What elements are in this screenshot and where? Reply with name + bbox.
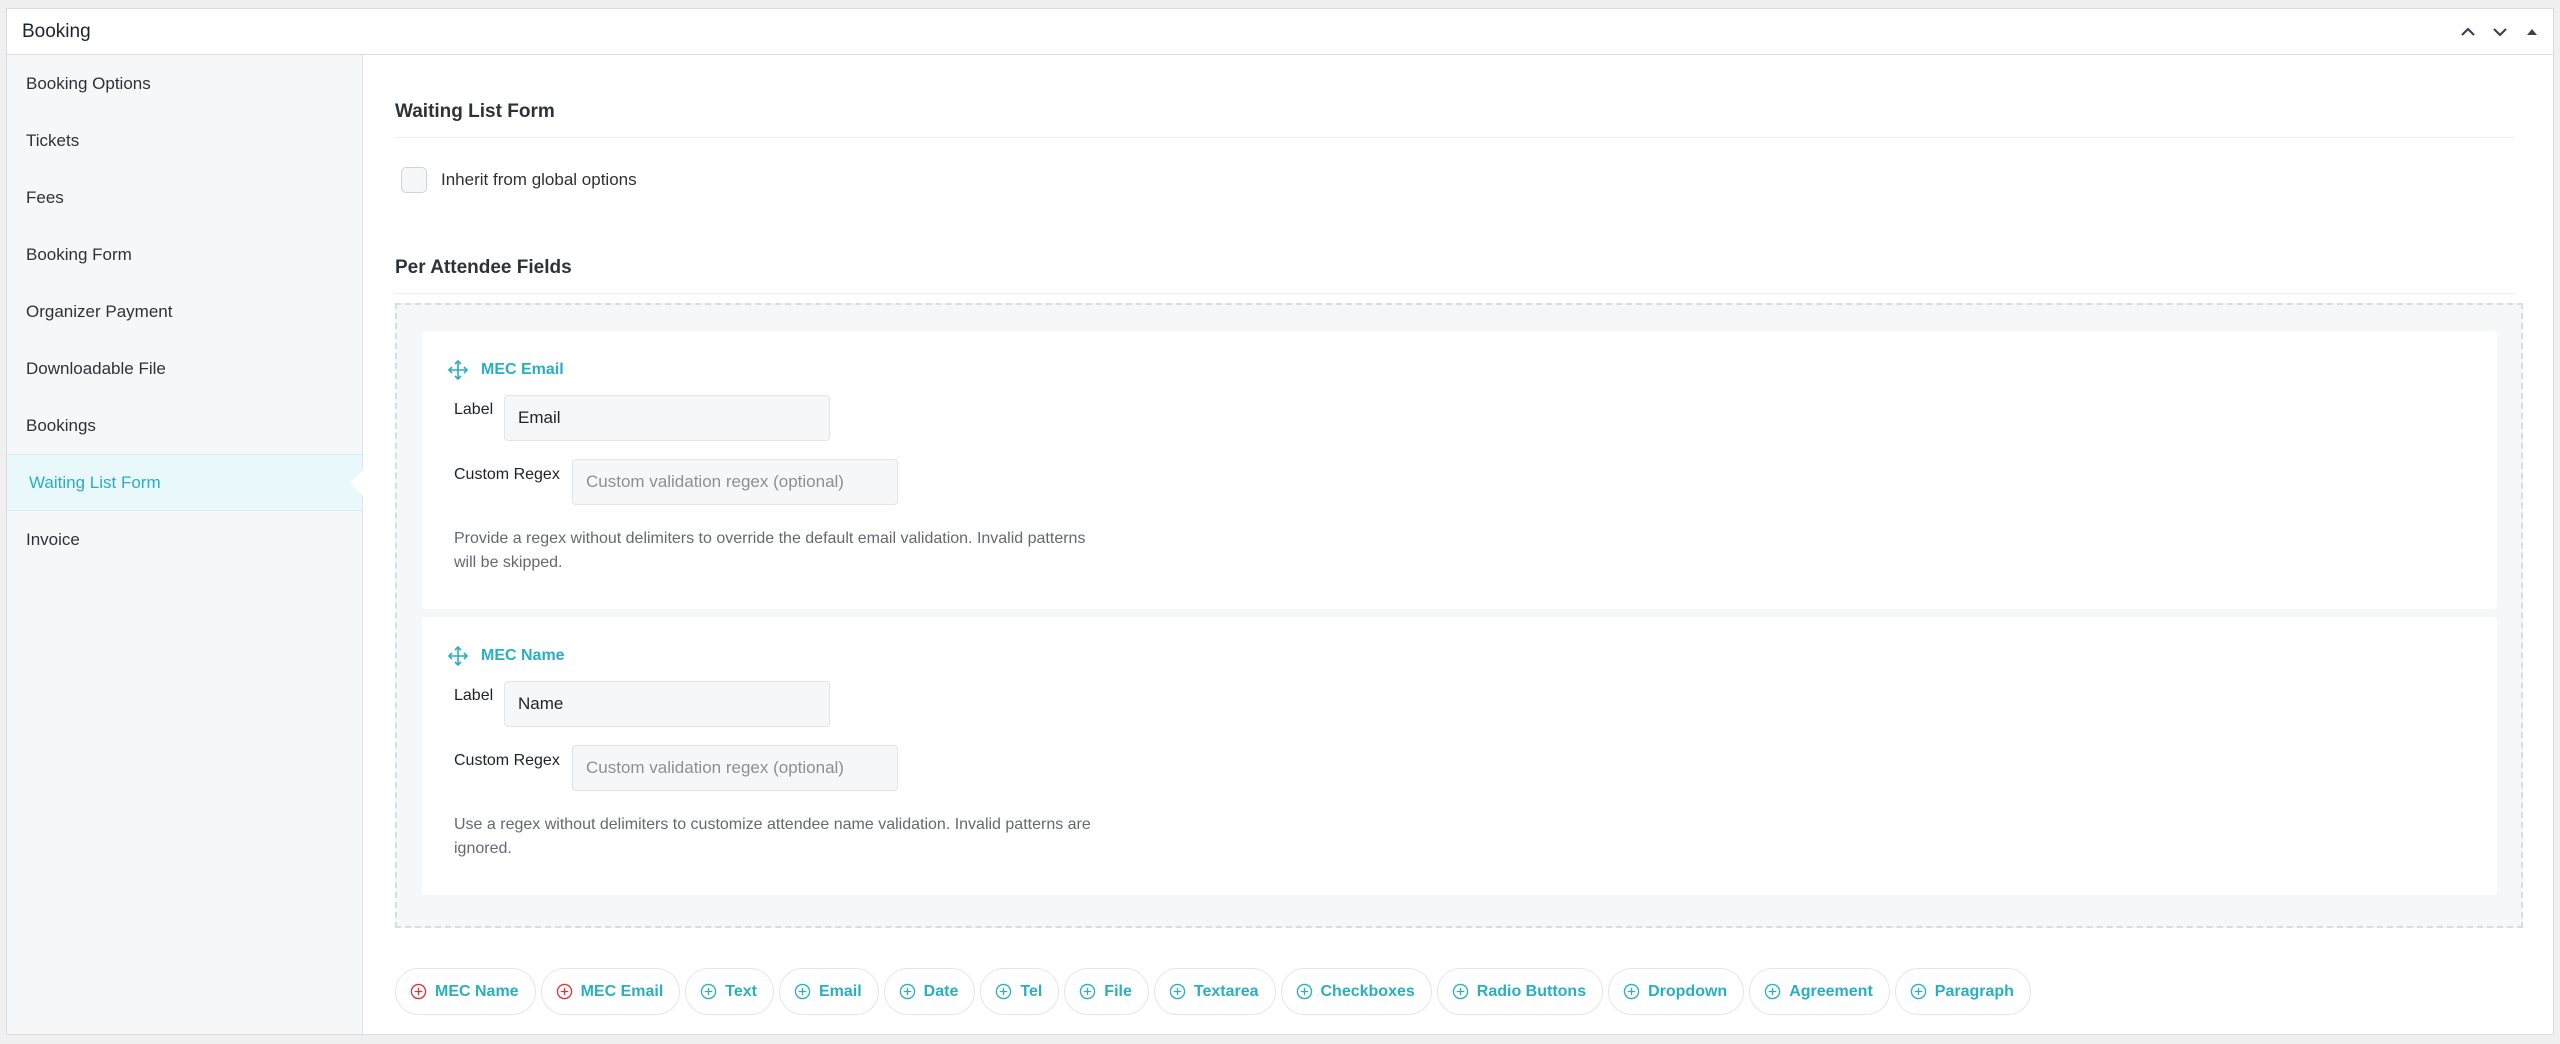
add-text-button[interactable]: Text <box>685 968 774 1015</box>
toggle-panel-button[interactable] <box>2521 21 2543 43</box>
main-content: Waiting List Form Inherit from global op… <box>395 55 2537 1034</box>
add-mec-email-button[interactable]: MEC Email <box>540 968 681 1015</box>
sidebar-item-label: Invoice <box>26 529 80 549</box>
label-input[interactable] <box>504 681 830 727</box>
add-circle-icon <box>701 983 717 1000</box>
chip-label: MEC Email <box>580 982 664 1000</box>
sidebar-item-organizer-payment[interactable]: Organizer Payment <box>7 283 362 340</box>
field-description: Provide a regex without delimiters to ov… <box>454 530 1086 571</box>
panel-controls <box>2457 21 2543 43</box>
chip-label: Paragraph <box>1934 982 2014 1000</box>
field-card-header: MEC Email <box>447 359 564 381</box>
chip-label: Email <box>818 982 862 1000</box>
panel-header: Booking <box>7 9 2553 55</box>
label-caption: Label <box>454 401 494 418</box>
field-card-mec-email: MEC Email Label Custom Regex Provide a r… <box>422 331 2497 609</box>
sidebar-item-tickets[interactable]: Tickets <box>7 112 362 169</box>
chip-label: Textarea <box>1193 982 1259 1000</box>
add-radio-buttons-button[interactable]: Radio Buttons <box>1436 968 1604 1015</box>
add-circle-icon <box>1452 983 1469 1000</box>
chip-label: Agreement <box>1789 982 1873 1000</box>
sidebar-item-label: Fees <box>26 187 64 207</box>
fields-section-title: Per Attendee Fields <box>395 257 2515 294</box>
regex-input[interactable] <box>572 745 898 791</box>
chip-label: Tel <box>1020 982 1043 1000</box>
add-dropdown-button[interactable]: Dropdown <box>1608 968 1745 1015</box>
sidebar-item-fees[interactable]: Fees <box>7 169 362 226</box>
sidebar-item-booking-options[interactable]: Booking Options <box>7 55 362 112</box>
inherit-option: Inherit from global options <box>401 167 637 193</box>
inherit-checkbox[interactable] <box>401 167 427 193</box>
field-card-mec-name: MEC Name Label Custom Regex Use a regex … <box>422 617 2497 895</box>
sidebar-item-label: Booking Options <box>26 73 151 93</box>
panel-title: Booking <box>22 20 91 42</box>
chevron-up-icon <box>2461 26 2475 36</box>
field-card-header: MEC Name <box>447 645 565 667</box>
sidebar-item-label: Booking Form <box>26 244 132 264</box>
add-circle-icon <box>1296 983 1312 1000</box>
remove-circle-icon <box>556 983 572 1000</box>
add-email-button[interactable]: Email <box>778 968 879 1015</box>
add-agreement-button[interactable]: Agreement <box>1749 968 1890 1015</box>
sidebar-item-booking-form[interactable]: Booking Form <box>7 226 362 283</box>
inherit-label[interactable]: Inherit from global options <box>441 170 637 190</box>
add-circle-icon <box>1910 983 1927 1000</box>
field-card-title: MEC Email <box>481 361 564 378</box>
add-file-button[interactable]: File <box>1064 968 1149 1015</box>
chip-label: Date <box>923 982 959 1000</box>
fields-dropzone: MEC Email Label Custom Regex Provide a r… <box>395 303 2523 928</box>
move-down-button[interactable] <box>2489 21 2511 43</box>
chevron-down-icon <box>2493 27 2507 37</box>
chip-label: Dropdown <box>1648 982 1728 1000</box>
field-description: Use a regex without delimiters to custom… <box>454 816 1091 857</box>
regex-input[interactable] <box>572 459 898 505</box>
add-date-button[interactable]: Date <box>883 968 976 1015</box>
field-card-title: MEC Name <box>481 647 565 664</box>
add-textarea-button[interactable]: Textarea <box>1153 968 1276 1015</box>
sidebar-item-label: Tickets <box>26 130 80 150</box>
sidebar-item-label: Bookings <box>26 415 96 435</box>
add-tel-button[interactable]: Tel <box>980 968 1060 1015</box>
label-caption: Label <box>454 687 494 704</box>
add-circle-icon <box>899 983 915 1000</box>
remove-circle-icon <box>410 983 427 1000</box>
triangle-up-icon <box>2527 28 2537 35</box>
sidebar-item-invoice[interactable]: Invoice <box>7 511 362 568</box>
booking-panel: Booking Booking Options Tickets Fees Boo… <box>6 8 2554 1035</box>
sidebar-item-waiting-list-form[interactable]: Waiting List Form <box>7 454 362 511</box>
regex-caption: Custom Regex <box>454 752 560 769</box>
sidebar-item-label: Organizer Payment <box>26 301 173 321</box>
chip-label: Checkboxes <box>1320 982 1415 1000</box>
move-up-button[interactable] <box>2457 21 2479 43</box>
add-circle-icon <box>1169 983 1186 1000</box>
add-checkboxes-button[interactable]: Checkboxes <box>1280 968 1432 1015</box>
sidebar-item-downloadable-file[interactable]: Downloadable File <box>7 340 362 397</box>
chip-label: MEC Name <box>435 982 519 1000</box>
sidebar-item-label: Downloadable File <box>26 358 166 378</box>
chip-label: Radio Buttons <box>1476 982 1587 1000</box>
add-circle-icon <box>1080 983 1096 1000</box>
move-handle-icon[interactable] <box>447 645 469 667</box>
sidebar-item-bookings[interactable]: Bookings <box>7 397 362 454</box>
sidebar: Booking Options Tickets Fees Booking For… <box>7 55 363 1034</box>
sidebar-item-label: Waiting List Form <box>29 472 161 492</box>
add-mec-name-button[interactable]: MEC Name <box>395 968 536 1015</box>
add-circle-icon <box>1623 983 1640 1000</box>
add-field-buttons: MEC Name MEC Email Text Email Date Tel F… <box>395 968 2031 1015</box>
regex-caption: Custom Regex <box>454 466 560 483</box>
move-handle-icon[interactable] <box>447 359 469 381</box>
add-circle-icon <box>794 983 811 1000</box>
chip-label: Text <box>725 982 757 1000</box>
add-circle-icon <box>996 983 1012 1000</box>
add-circle-icon <box>1764 983 1781 1000</box>
add-paragraph-button[interactable]: Paragraph <box>1894 968 2031 1015</box>
section-title: Waiting List Form <box>395 101 2515 138</box>
label-input[interactable] <box>504 395 830 441</box>
chip-label: File <box>1104 982 1132 1000</box>
